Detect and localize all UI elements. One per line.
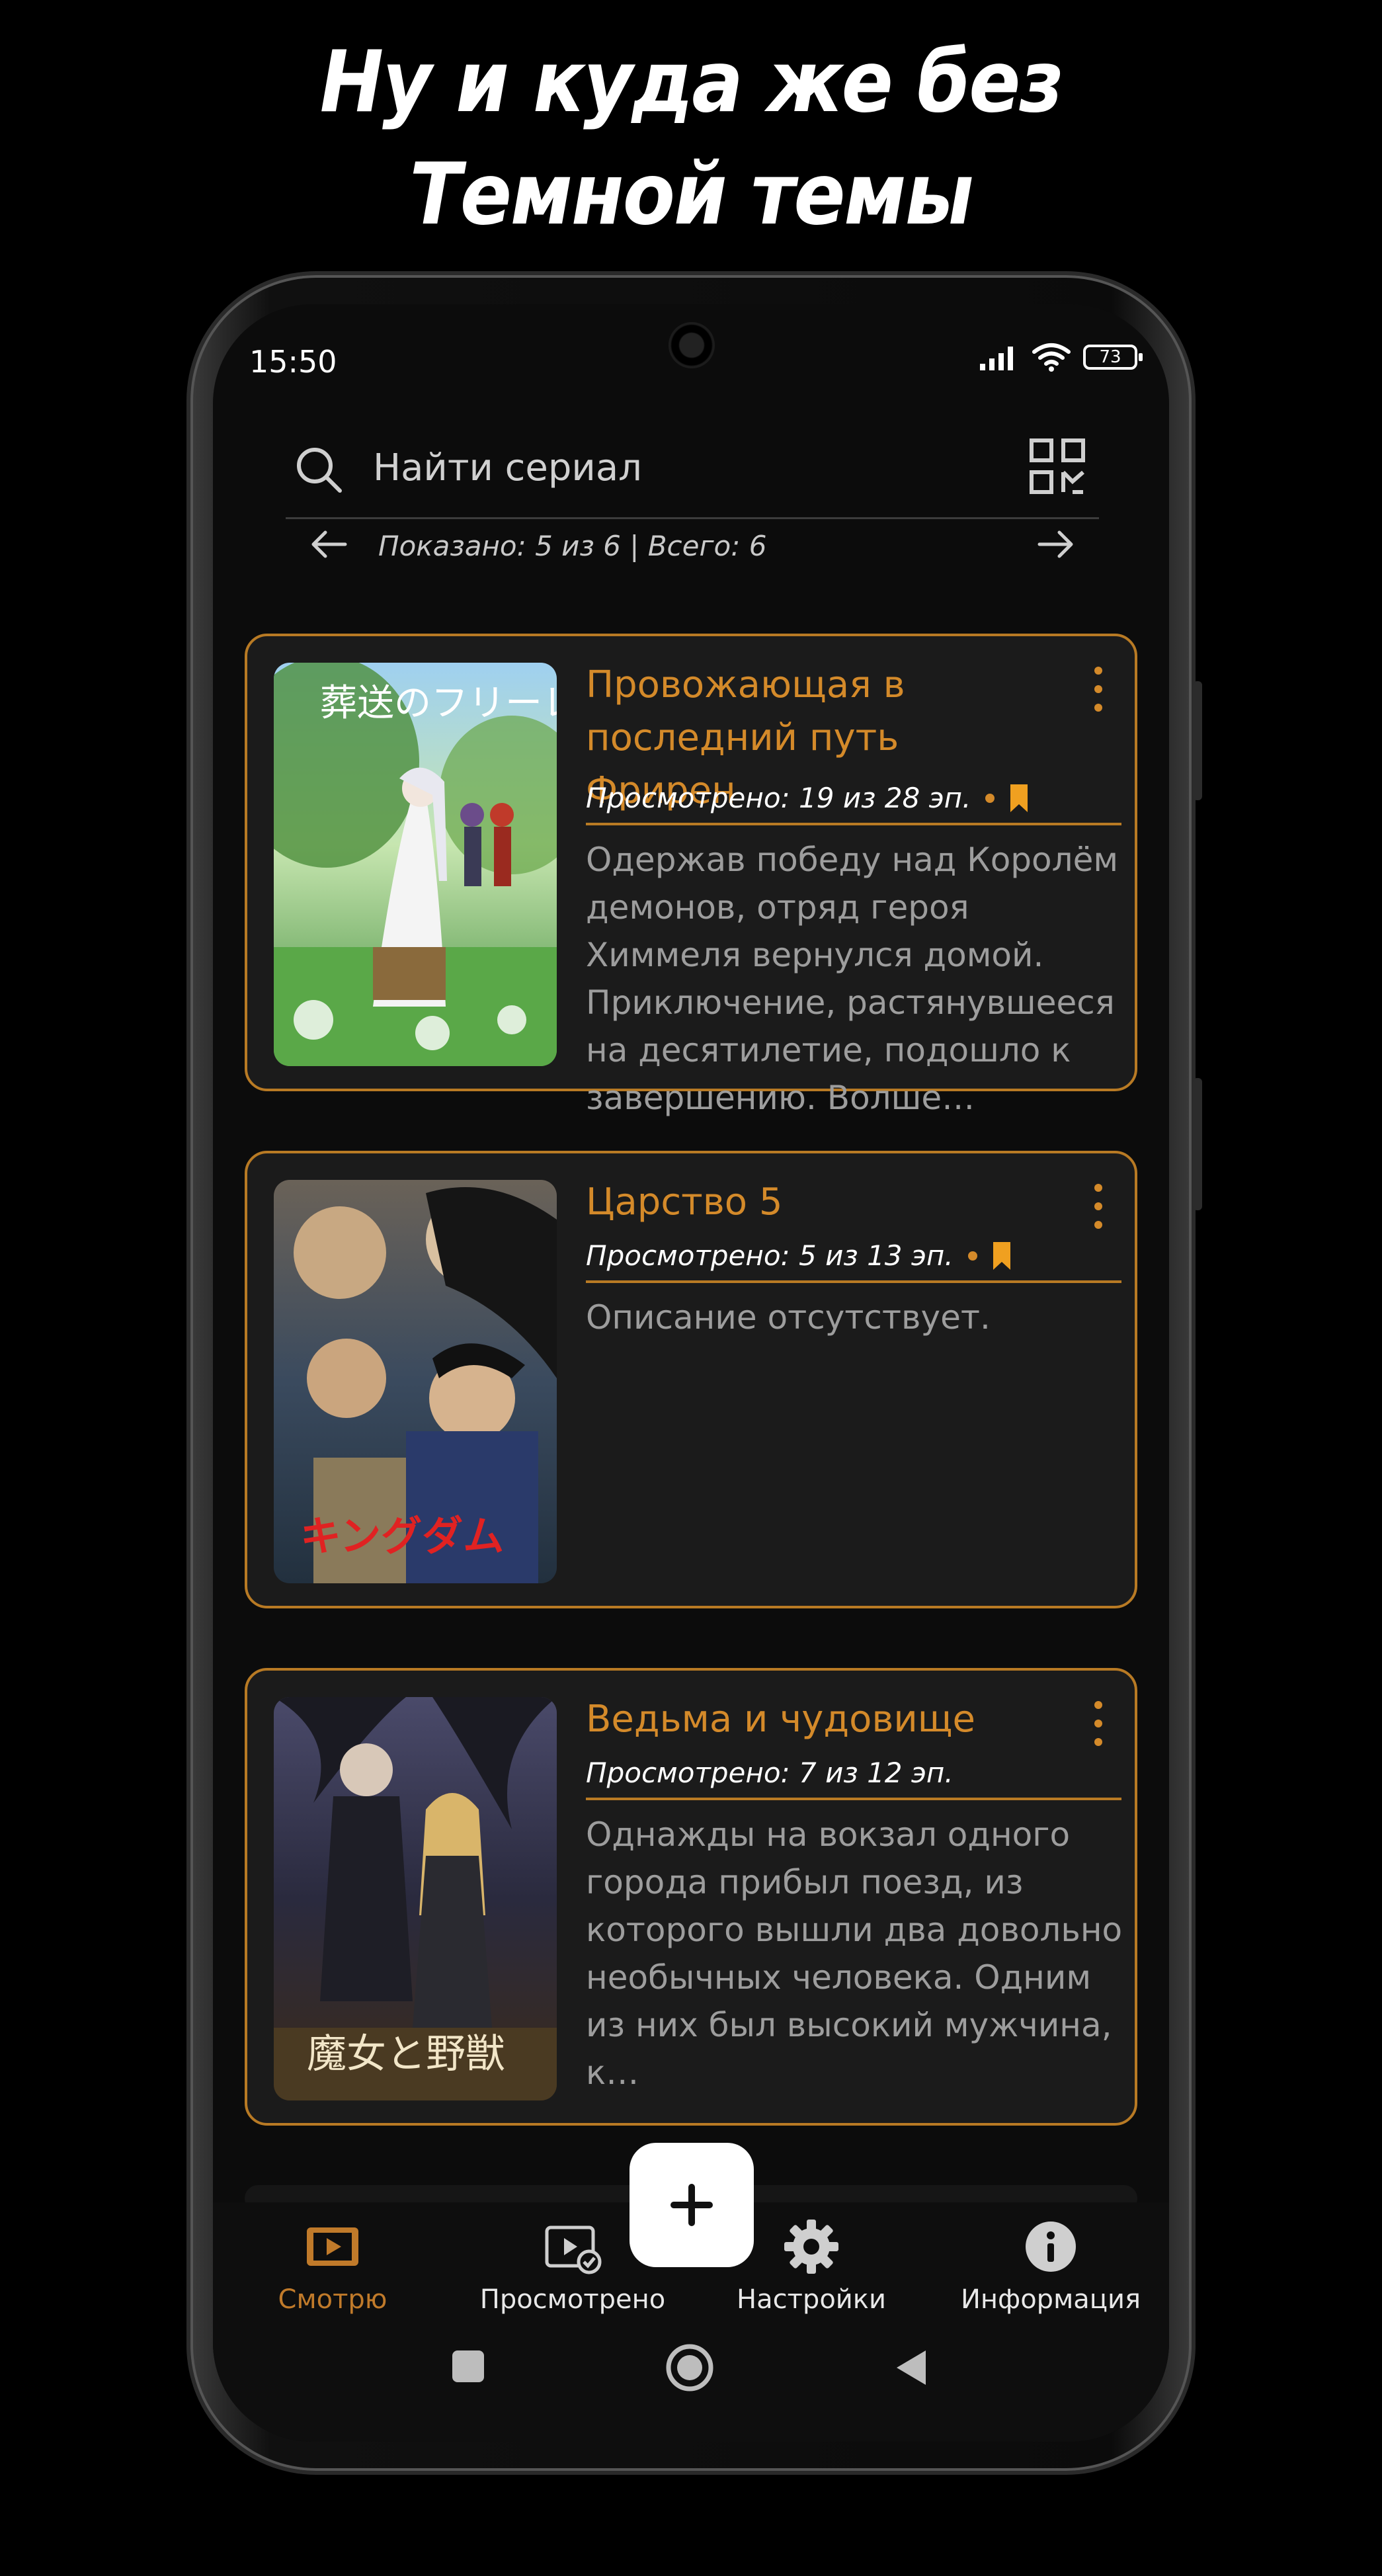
- watched-progress: Просмотрено: 19 из 28 эп.: [586, 782, 1029, 814]
- watched-text: Просмотрено: 5 из 13 эп.: [586, 1239, 954, 1272]
- divider: [586, 1280, 1121, 1283]
- status-bar: 15:50 73: [213, 304, 1169, 417]
- clock: 15:50: [249, 344, 337, 380]
- more-vertical-icon[interactable]: [1088, 664, 1108, 714]
- nav-label: Настройки: [737, 2284, 886, 2315]
- series-poster[interactable]: 魔女と野獣: [274, 1697, 557, 2100]
- nav-label: Информация: [960, 2284, 1141, 2315]
- divider: [586, 823, 1121, 825]
- poster-art-kingdom: キングダム: [274, 1180, 557, 1583]
- watched-progress: Просмотрено: 7 из 12 эп.: [586, 1757, 954, 1789]
- series-description: Одержав победу над Королём демонов, отря…: [586, 841, 1119, 1117]
- watched-progress: Просмотрено: 5 из 13 эп.: [586, 1239, 1012, 1272]
- pager-text: Показано: 5 из 6 | Всего: 6: [378, 530, 767, 562]
- status-icons: 73: [979, 343, 1143, 372]
- series-card[interactable]: 魔女と野獣 Ведьма и чудовище Просмотрено: 7 и…: [245, 1668, 1137, 2126]
- film-icon: [307, 2227, 358, 2266]
- svg-text:葬送のフリーレン: 葬送のフリーレン: [320, 682, 557, 725]
- poster-art-witch-beast: 魔女と野獣: [274, 1697, 557, 2100]
- search-icon[interactable]: [292, 443, 345, 496]
- promo-line-2: Темной темы: [409, 145, 973, 244]
- more-vertical-icon[interactable]: [1088, 1698, 1108, 1749]
- series-card[interactable]: キングダム Царство 5 Просмотрено: 5 из 13 эп.…: [245, 1151, 1137, 1608]
- arrow-right-icon[interactable]: [1033, 524, 1079, 564]
- info-icon: [1026, 2222, 1076, 2272]
- battery-icon: 73: [1083, 345, 1143, 370]
- battery-level: 73: [1099, 347, 1121, 367]
- nav-label: Смотрю: [278, 2284, 387, 2315]
- front-camera: [669, 322, 715, 368]
- signal-icon: [980, 347, 1013, 370]
- film-check-icon: [545, 2225, 602, 2274]
- arrow-left-icon[interactable]: [305, 524, 352, 564]
- power-button: [1193, 1078, 1202, 1210]
- series-title[interactable]: Царство 5: [586, 1176, 1049, 1229]
- series-card[interactable]: 葬送のフリーレン Провожающая в последний путь Фр…: [245, 634, 1137, 1117]
- series-poster[interactable]: キングダム: [274, 1180, 557, 1583]
- volume-button: [1193, 681, 1202, 800]
- promo-headline: Ну и куда же без Темной темы: [0, 26, 1382, 251]
- divider: [586, 1798, 1121, 1800]
- search-input[interactable]: [372, 440, 956, 495]
- watched-text: Просмотрено: 19 из 28 эп.: [586, 782, 971, 814]
- series-description: Однажды на вокзал одного города прибыл п…: [586, 1815, 1123, 2092]
- bookmark-icon[interactable]: [992, 1241, 1012, 1270]
- qr-scan-icon[interactable]: [1029, 438, 1086, 495]
- series-description: Описание отсутствует.: [586, 1298, 991, 1337]
- more-vertical-icon[interactable]: [1088, 1181, 1108, 1231]
- recents-button[interactable]: [450, 2348, 487, 2385]
- app-screen: 15:50 73 Найти сериал Показано: 5 из 6 |…: [213, 304, 1169, 2442]
- nav-item-settings[interactable]: Настройки: [712, 2217, 911, 2315]
- dot-separator: [967, 1251, 977, 1261]
- dot-separator: [985, 793, 995, 803]
- bookmark-icon[interactable]: [1009, 784, 1029, 812]
- promo-line-1: Ну и куда же без: [319, 33, 1064, 132]
- search-bar[interactable]: [286, 417, 1099, 519]
- poster-art-frieren: 葬送のフリーレン: [274, 663, 557, 1066]
- series-poster[interactable]: 葬送のフリーレン: [274, 663, 557, 1066]
- wifi-icon: [1032, 343, 1071, 372]
- svg-text:キングダム: キングダム: [300, 1512, 504, 1560]
- nav-item-info[interactable]: Информация: [952, 2217, 1150, 2315]
- pager: Показано: 5 из 6 | Всего: 6: [286, 519, 1099, 575]
- nav-item-watched[interactable]: Просмотрено: [473, 2217, 672, 2315]
- nav-item-watching[interactable]: Смотрю: [233, 2217, 432, 2315]
- home-button[interactable]: [663, 2341, 716, 2394]
- gear-icon: [784, 2220, 838, 2274]
- plus-icon: [671, 2184, 713, 2226]
- svg-text:魔女と野獣: 魔女と野獣: [307, 2031, 505, 2077]
- series-title[interactable]: Ведьма и чудовище: [586, 1693, 1049, 1746]
- watched-text: Просмотрено: 7 из 12 эп.: [586, 1757, 954, 1789]
- nav-label: Просмотрено: [479, 2284, 666, 2315]
- back-button[interactable]: [891, 2348, 931, 2388]
